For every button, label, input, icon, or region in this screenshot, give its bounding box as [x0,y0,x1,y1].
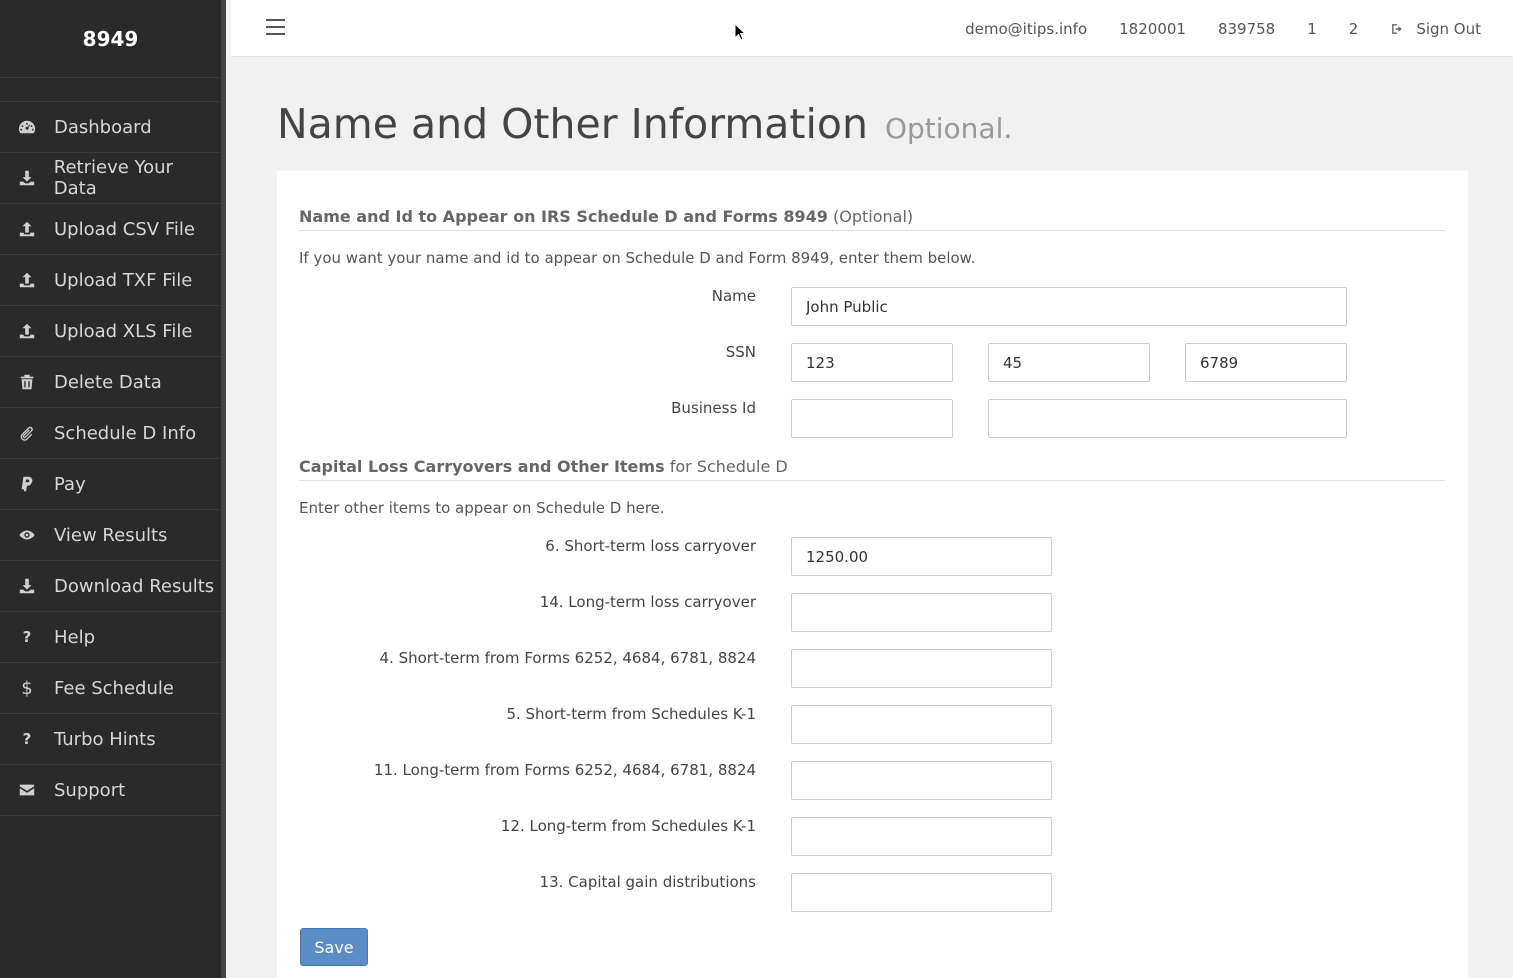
long-term-forms-label: 11. Long-term from Forms 6252, 4684, 678… [373,761,756,779]
nav-link-2[interactable]: 2 [1349,20,1359,38]
upload-icon [0,271,54,289]
long-term-k1-input[interactable] [791,817,1052,856]
short-term-k1-input[interactable] [791,705,1052,744]
sidebar-item-help[interactable]: ? Help [0,612,221,663]
form-panel: Name and Id to Appear on IRS Schedule D … [277,171,1468,978]
save-button[interactable]: Save [300,928,368,966]
top-nav: demo@itips.info 1820001 839758 1 2 Sign … [933,0,1481,57]
sidebar-item-upload-csv[interactable]: Upload CSV File [0,204,221,255]
sidebar-item-label: Upload TXF File [54,269,193,291]
brand-title[interactable]: 8949 [0,0,221,78]
sidebar-item-schedule-d-info[interactable]: Schedule D Info [0,408,221,459]
business-id-label: Business Id [671,399,756,417]
menu-toggle-icon[interactable] [266,19,285,35]
page-subtitle: Optional. [884,112,1013,145]
sidebar-item-label: Turbo Hints [54,728,156,750]
ssn-part3-input[interactable] [1185,343,1347,382]
page-title-text: Name and Other Information [277,100,868,148]
sidebar-item-upload-xls[interactable]: Upload XLS File [0,306,221,357]
sidebar-item-label: Delete Data [54,371,162,393]
ssn-part1-input[interactable] [791,343,953,382]
name-label: Name [711,287,756,305]
sidebar-item-label: View Results [54,524,168,546]
sidebar-item-label: Schedule D Info [54,422,197,444]
sidebar-item-label: Support [54,779,126,801]
capital-gain-distributions-input[interactable] [791,873,1052,912]
user-email-link[interactable]: demo@itips.info [965,20,1087,38]
record-count-link[interactable]: 839758 [1218,20,1275,38]
sidebar-nav: Dashboard Retrieve Your Data Upload CSV … [0,101,221,816]
question-icon: ? [22,628,32,646]
sidebar-item-label: Upload XLS File [54,320,193,342]
name-input[interactable] [791,287,1347,326]
short-term-carryover-label: 6. Short-term loss carryover [545,537,756,555]
section-title-carryovers: Capital Loss Carryovers and Other Items … [299,457,1445,481]
sign-out-label: Sign Out [1416,19,1481,38]
sidebar-item-label: Pay [54,473,86,495]
sidebar-item-label: Download Results [54,575,215,597]
long-term-carryover-label: 14. Long-term loss carryover [539,593,756,611]
dashboard-icon [0,118,54,136]
sidebar-item-view-results[interactable]: View Results [0,510,221,561]
nav-link-1[interactable]: 1 [1307,20,1317,38]
section-intro: If you want your name and id to appear o… [299,249,976,267]
paperclip-icon [0,424,54,442]
sidebar: 8949 Dashboard Retrieve Your Data Upload… [0,0,226,978]
paypal-icon [0,475,54,493]
business-id-part2-input[interactable] [988,399,1347,438]
download-icon [0,169,54,187]
capital-gain-distributions-label: 13. Capital gain distributions [539,873,756,891]
top-bar: demo@itips.info 1820001 839758 1 2 Sign … [231,0,1513,57]
upload-icon [0,322,54,340]
short-term-forms-input[interactable] [791,649,1052,688]
trash-icon [0,373,54,391]
sidebar-item-label: Fee Schedule [54,677,174,699]
sidebar-item-delete-data[interactable]: Delete Data [0,357,221,408]
page-title: Name and Other Information Optional. [277,100,1012,148]
sidebar-item-turbo-hints[interactable]: ? Turbo Hints [0,714,221,765]
sidebar-item-retrieve-data[interactable]: Retrieve Your Data [0,153,221,204]
dollar-icon: $ [21,677,33,699]
sidebar-item-support[interactable]: Support [0,765,221,816]
envelope-icon [0,781,54,799]
sidebar-item-label: Upload CSV File [54,218,195,240]
long-term-carryover-input[interactable] [791,593,1052,632]
mouse-cursor-icon [734,23,746,41]
sign-out-icon [1392,23,1403,34]
business-id-part1-input[interactable] [791,399,953,438]
ssn-part2-input[interactable] [988,343,1150,382]
sidebar-item-dashboard[interactable]: Dashboard [0,102,221,153]
sign-out-link[interactable]: Sign Out [1390,20,1481,38]
upload-icon [0,220,54,238]
ssn-label: SSN [725,343,756,361]
download-icon [0,577,54,595]
sidebar-item-download-results[interactable]: Download Results [0,561,221,612]
long-term-forms-input[interactable] [791,761,1052,800]
sidebar-item-label: Dashboard [54,116,152,138]
short-term-k1-label: 5. Short-term from Schedules K-1 [506,705,756,723]
section-title-name-id: Name and Id to Appear on IRS Schedule D … [299,207,1445,231]
question-icon: ? [22,730,32,748]
sidebar-item-fee-schedule[interactable]: $ Fee Schedule [0,663,221,714]
sidebar-item-label: Help [54,626,96,648]
long-term-k1-label: 12. Long-term from Schedules K-1 [500,817,756,835]
section-intro: Enter other items to appear on Schedule … [299,499,665,517]
eye-icon [0,526,54,544]
short-term-carryover-input[interactable] [791,537,1052,576]
sidebar-item-upload-txf[interactable]: Upload TXF File [0,255,221,306]
sidebar-item-label: Retrieve Your Data [53,157,173,199]
account-id-link[interactable]: 1820001 [1119,20,1186,38]
short-term-forms-label: 4. Short-term from Forms 6252, 4684, 678… [379,649,757,667]
sidebar-item-pay[interactable]: Pay [0,459,221,510]
